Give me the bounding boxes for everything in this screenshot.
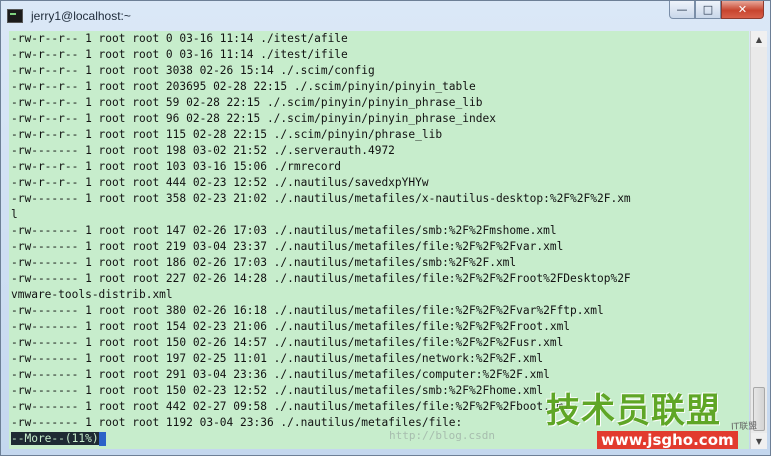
- terminal-line: -rw-r--r-- 1 root root 96 02-28 22:15 ./…: [11, 112, 496, 125]
- terminal-line: -rw------- 1 root root 154 02-23 21:06 .…: [11, 320, 571, 333]
- terminal-line: -rw------- 1 root root 358 02-23 21:02 .…: [11, 192, 631, 205]
- terminal-window: jerry1@localhost:~ — □ ✕ -rw-r--r-- 1 ro…: [0, 0, 771, 456]
- more-prompt-line: --More--(11%): [9, 431, 106, 447]
- terminal-line: -rw------- 1 root root 219 03-04 23:37 .…: [11, 240, 564, 253]
- terminal-line: vmware-tools-distrib.xml: [11, 288, 173, 301]
- terminal-line: -rw-r--r-- 1 root root 0 03-16 11:14 ./i…: [11, 32, 348, 45]
- title-bar[interactable]: jerry1@localhost:~ — □ ✕: [1, 1, 770, 31]
- scroll-up-arrow-icon[interactable]: ▲: [751, 31, 767, 47]
- watermark-site: www.jsgho.com: [597, 431, 738, 449]
- terminal-line: l: [11, 208, 18, 221]
- terminal-line: -rw-r--r-- 1 root root 203695 02-28 22:1…: [11, 80, 476, 93]
- terminal-line: -rw------- 1 root root 198 03-02 21:52 .…: [11, 144, 395, 157]
- terminal-line: -rw-r--r-- 1 root root 0 03-16 11:14 ./i…: [11, 48, 348, 61]
- terminal-line: -rw------- 1 root root 147 02-26 17:03 .…: [11, 224, 557, 237]
- more-prompt: --More--(11%): [11, 432, 99, 445]
- terminal-line: -rw------- 1 root root 380 02-26 16:18 .…: [11, 304, 604, 317]
- terminal-line: -rw-r--r-- 1 root root 115 02-28 22:15 .…: [11, 128, 443, 141]
- terminal-line: -rw------- 1 root root 150 02-26 14:57 .…: [11, 336, 564, 349]
- watermark-url: http://blog.csdn: [389, 429, 495, 442]
- scroll-down-arrow-icon[interactable]: ▼: [751, 433, 767, 449]
- minimize-icon: —: [676, 3, 688, 16]
- window-controls: — □ ✕: [669, 1, 764, 19]
- close-icon: ✕: [737, 3, 748, 16]
- window-title: jerry1@localhost:~: [31, 9, 131, 23]
- terminal-cursor: [98, 432, 106, 446]
- terminal-line: -rw-r--r-- 1 root root 444 02-23 12:52 .…: [11, 176, 429, 189]
- terminal-line: -rw------- 1 root root 197 02-25 11:01 .…: [11, 352, 544, 365]
- terminal-line: -rw-r--r-- 1 root root 3038 02-26 15:14 …: [11, 64, 375, 77]
- terminal-line: -rw-r--r-- 1 root root 59 02-28 22:15 ./…: [11, 96, 483, 109]
- vertical-scrollbar[interactable]: ▲ ▼: [750, 31, 767, 449]
- terminal-line: -rw------- 1 root root 227 02-26 14:28 .…: [11, 272, 631, 285]
- terminal-line: -rw-r--r-- 1 root root 103 03-16 15:06 .…: [11, 160, 342, 173]
- watermark-logo: 技术员联盟: [546, 391, 721, 431]
- maximize-icon: □: [702, 3, 714, 16]
- terminal-line: -rw------- 1 root root 186 02-26 17:03 .…: [11, 256, 517, 269]
- close-button[interactable]: ✕: [721, 1, 764, 19]
- minimize-button[interactable]: —: [669, 1, 695, 19]
- terminal-line: -rw------- 1 root root 291 03-04 23:36 .…: [11, 368, 550, 381]
- watermark-corner-tag: IT联盟: [730, 421, 758, 433]
- maximize-button[interactable]: □: [695, 1, 721, 19]
- terminal-app-icon[interactable]: [7, 9, 23, 23]
